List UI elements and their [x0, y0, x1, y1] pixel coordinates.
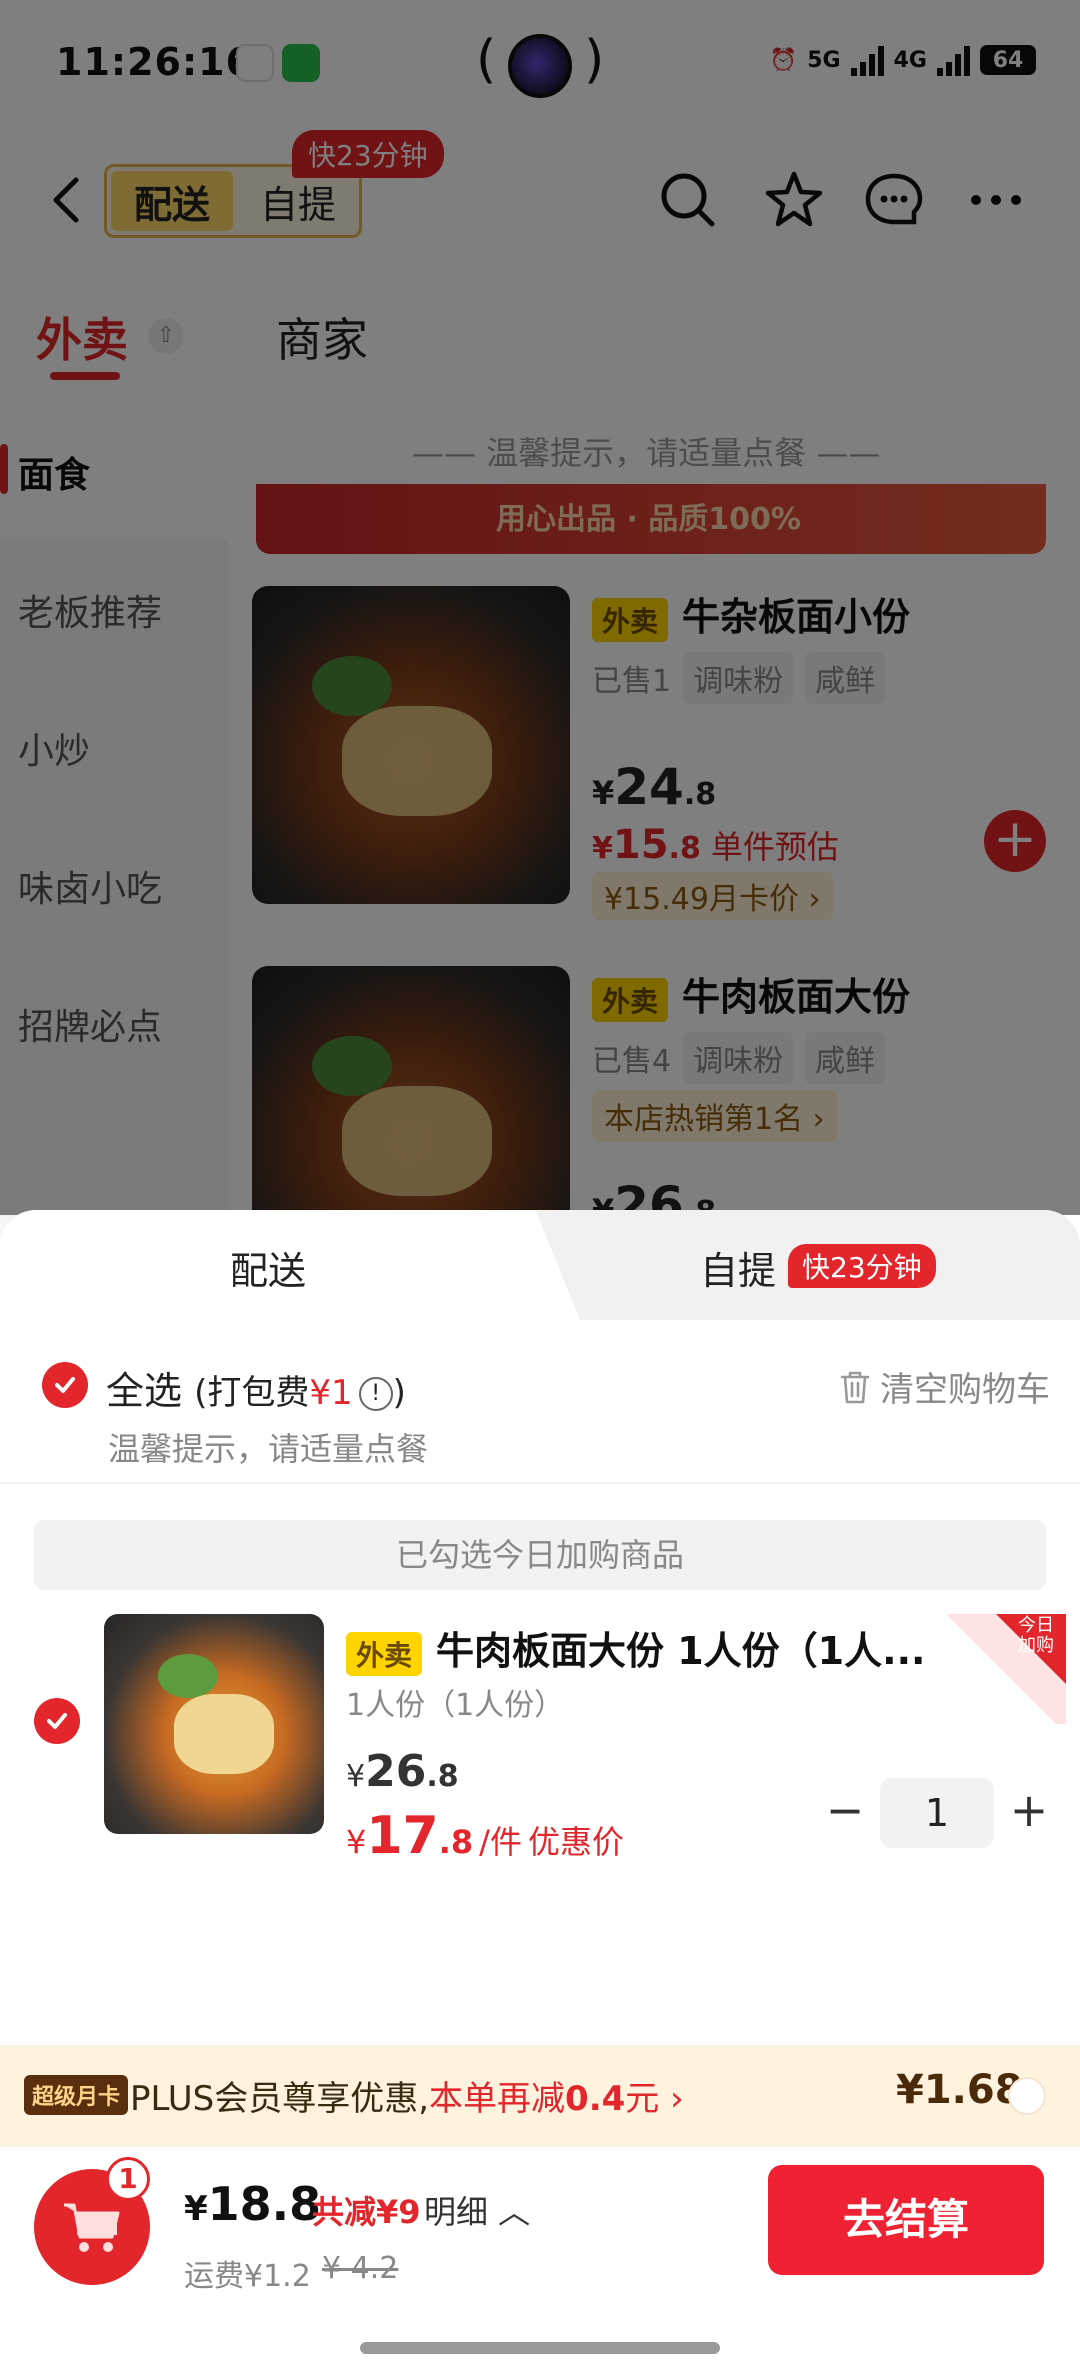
- total-price: ¥18.8: [184, 2177, 322, 2231]
- cart-item-spec: 1人份（1人份）: [346, 1688, 565, 1723]
- select-all-label: 全选 (打包费¥1!): [106, 1369, 406, 1413]
- dim-overlay[interactable]: [0, 0, 1080, 1215]
- sheet-tabs: 配送 自提 快23分钟: [0, 1210, 1080, 1320]
- plus-price: ¥1.68: [896, 2067, 1023, 2113]
- increase-button[interactable]: +: [1004, 1784, 1054, 1840]
- quantity-value[interactable]: 1: [880, 1778, 994, 1848]
- sheet-tab-delivery[interactable]: 配送: [230, 1240, 306, 1295]
- check-icon: [55, 1377, 75, 1393]
- sheet-fast-badge: 快23分钟: [788, 1244, 936, 1288]
- today-added-badge: 今日加购: [936, 1614, 1066, 1724]
- decrease-button[interactable]: −: [820, 1784, 870, 1840]
- select-tip: 温馨提示，请适量点餐: [108, 1430, 429, 1468]
- plus-offer-text: PLUS会员尊享优惠,本单再减0.4元 ›: [130, 2079, 684, 2119]
- checkout-bar: 1 ¥18.8 共减¥9 明细 ︿ 运费¥1.2 ¥ 4.2 去结算: [0, 2147, 1080, 2307]
- check-icon: [47, 1713, 67, 1729]
- cart-item-title[interactable]: 外卖 牛肉板面大份 1人份（1人...: [346, 1620, 925, 1676]
- price-detail-link[interactable]: 明细 ︿: [424, 2187, 530, 2233]
- takeout-tag: 外卖: [346, 1631, 423, 1676]
- trash-icon: [840, 1371, 870, 1403]
- packing-fee: ¥1: [309, 1373, 353, 1413]
- info-icon[interactable]: !: [358, 1376, 393, 1411]
- sheet-tab-pickup[interactable]: 自提: [700, 1240, 776, 1295]
- checkout-button[interactable]: 去结算: [768, 2165, 1044, 2275]
- cart-item-original-price: ¥26.8: [346, 1746, 459, 1797]
- item-checkbox[interactable]: [34, 1698, 80, 1744]
- shipping-fee-original: ¥ 4.2: [322, 2251, 399, 2286]
- shipping-fee: 运费¥1.2: [184, 2259, 311, 2294]
- home-indicator[interactable]: [360, 2342, 720, 2354]
- today-added-group-header: 已勾选今日加购商品: [34, 1520, 1046, 1590]
- clear-cart-button[interactable]: 清空购物车: [838, 1362, 1050, 1411]
- select-all-checkbox[interactable]: [42, 1362, 88, 1408]
- plus-radio[interactable]: [1008, 2077, 1046, 2115]
- cart-count-badge: 1: [106, 2157, 150, 2201]
- shopping-cart-icon: [64, 2203, 120, 2252]
- cart-item-deal-price: ¥17.8/件 优惠价: [346, 1806, 624, 1866]
- plus-member-bar[interactable]: 超级月卡 PLUS会员尊享优惠,本单再减0.4元 › ¥1.68: [0, 2045, 1080, 2147]
- cart-item: 外卖 牛肉板面大份 1人份（1人... 1人份（1人份） 今日加购 ¥26.8 ¥…: [0, 1614, 1080, 1866]
- super-card-badge: 超级月卡: [24, 2075, 129, 2115]
- select-all-row: 全选 (打包费¥1!) 温馨提示，请适量点餐 清空购物车: [0, 1334, 1080, 1484]
- cart-item-image[interactable]: [104, 1614, 324, 1834]
- quantity-stepper: − 1 +: [820, 1778, 1060, 1848]
- total-discount: 共减¥9: [312, 2193, 421, 2231]
